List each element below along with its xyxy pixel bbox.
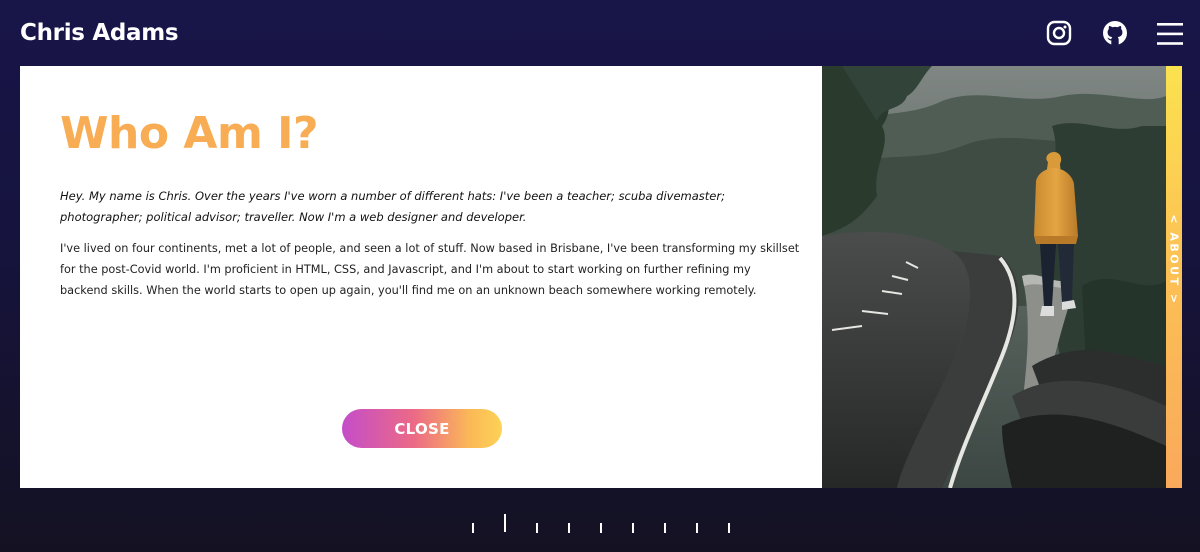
- hero-photo: [822, 66, 1166, 488]
- site-header: Chris Adams: [0, 0, 1200, 66]
- pager-tick[interactable]: [696, 523, 698, 533]
- pager-tick[interactable]: [472, 523, 474, 533]
- about-panel: Who Am I? Hey. My name is Chris. Over th…: [20, 66, 822, 488]
- page-title: Who Am I?: [60, 108, 319, 159]
- bio-paragraph: I've lived on four continents, met a lot…: [60, 242, 800, 297]
- about-side-tab[interactable]: < ABOUT >: [1166, 66, 1182, 488]
- pager-tick[interactable]: [728, 523, 730, 533]
- pager-tick[interactable]: [568, 523, 570, 533]
- pager-tick[interactable]: [632, 523, 634, 533]
- side-tab-label: < ABOUT >: [1167, 214, 1181, 306]
- intro-paragraph: Hey. My name is Chris. Over the years I'…: [60, 189, 725, 224]
- pager-tick-active[interactable]: [504, 514, 506, 532]
- slide-pager: [0, 510, 1200, 540]
- brand-name[interactable]: Chris Adams: [20, 18, 179, 48]
- pager-tick[interactable]: [600, 523, 602, 533]
- pager-tick[interactable]: [536, 523, 538, 533]
- instagram-icon[interactable]: [1046, 20, 1072, 46]
- pager-tick[interactable]: [664, 523, 666, 533]
- close-button[interactable]: CLOSE: [342, 409, 502, 448]
- hamburger-menu-icon[interactable]: [1157, 22, 1183, 46]
- github-icon[interactable]: [1102, 20, 1128, 46]
